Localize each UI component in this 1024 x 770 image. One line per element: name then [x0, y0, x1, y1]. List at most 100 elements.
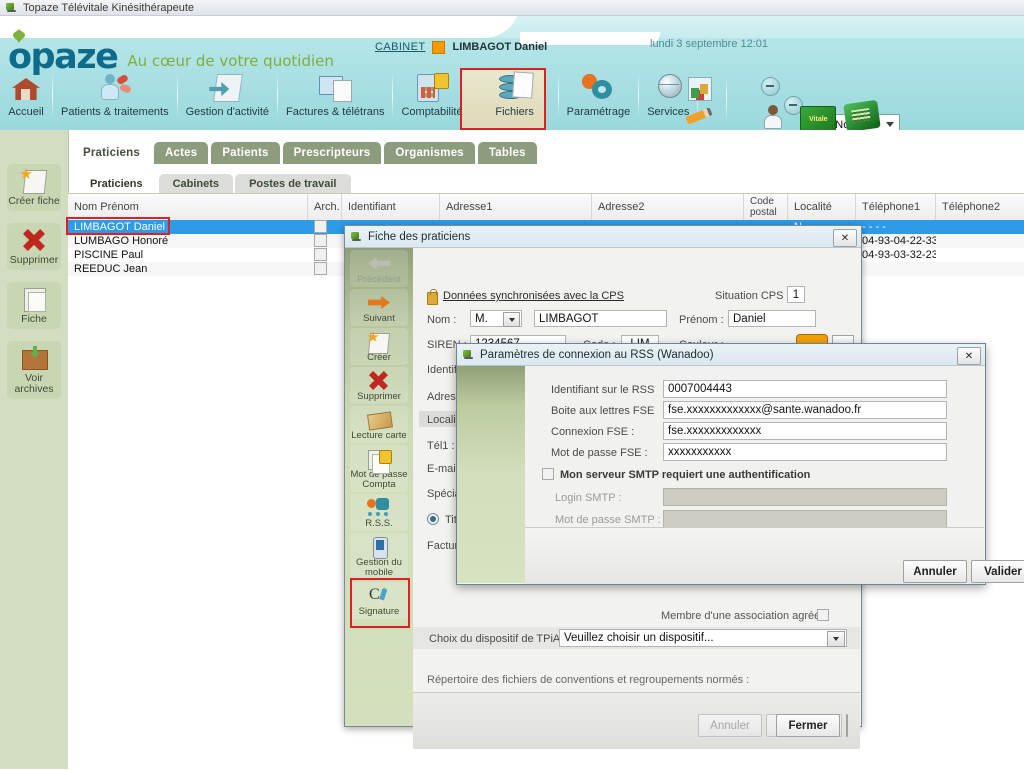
smtp-auth-label: Mon serveur SMTP requiert une authentifi…: [560, 469, 811, 481]
tab-organismes[interactable]: Organismes: [384, 142, 475, 164]
rail-button-voir-archives[interactable]: Voir archives: [7, 341, 61, 399]
archive-checkbox[interactable]: [314, 248, 327, 261]
rss-mot-de-passe-fse-input[interactable]: xxxxxxxxxxx: [663, 443, 947, 461]
column-header-telephone1[interactable]: Téléphone1: [856, 194, 936, 220]
pencil-tool-icon[interactable]: [682, 104, 716, 130]
user-avatar-icon[interactable]: [756, 102, 790, 130]
fiche-close-button[interactable]: ✕: [833, 229, 857, 247]
rss-connexion-fse-label: Connexion FSE :: [551, 426, 635, 438]
red-cross-icon: [19, 227, 49, 253]
globe-icon: [650, 70, 686, 104]
forward-arrow-icon: [366, 292, 392, 313]
subtab-praticiens[interactable]: Praticiens: [76, 174, 157, 193]
toolbar-label: Factures & télétrans: [286, 106, 385, 118]
toolbar-item-patients-traitements[interactable]: Patients & traitements: [53, 68, 177, 126]
patient-pills-icon: [97, 70, 133, 104]
fiche-rail-suivant[interactable]: Suivant: [350, 289, 408, 326]
rss-dialog-title-bar: Paramètres de connexion au RSS (Wanadoo)…: [457, 344, 985, 366]
fiche-rail-label: Précédent: [357, 274, 401, 285]
back-arrow-icon: [366, 253, 392, 274]
archive-checkbox[interactable]: [314, 234, 327, 247]
fiche-action-rail: Précédent Suivant Créer Supprimer Lectur…: [345, 248, 413, 726]
titulaire-radio[interactable]: [427, 513, 439, 525]
fiche-rail-lecture-carte[interactable]: Lecture carte: [350, 406, 408, 443]
cell-arch[interactable]: [308, 220, 342, 234]
column-header-arch[interactable]: Arch.: [308, 194, 342, 220]
column-header-adresse2[interactable]: Adresse2: [592, 194, 744, 220]
column-header-identifiant[interactable]: Identifiant: [342, 194, 440, 220]
fiche-dialog-title: Fiche des praticiens: [368, 230, 471, 243]
fiche-dialog-title-bar: Fiche des praticiens ✕: [345, 226, 861, 248]
login-smtp-label: Login SMTP :: [555, 492, 622, 504]
rss-boite-lettres-input[interactable]: fse.xxxxxxxxxxxxx@sante.wanadoo.fr: [663, 401, 947, 419]
toolbar-item-factures-teletrans[interactable]: Factures & télétrans: [278, 68, 392, 126]
fiche-rail-creer[interactable]: Créer: [350, 328, 408, 365]
mot-de-passe-smtp-label: Mot de passe SMTP :: [555, 514, 661, 526]
cps-situation-value: 1: [787, 286, 805, 303]
cell-arch[interactable]: [308, 248, 342, 262]
rss-mot-de-passe-fse-label: Mot de passe FSE :: [551, 447, 648, 459]
document-lock-icon: [366, 448, 392, 474]
prenom-input[interactable]: Daniel: [728, 310, 816, 327]
archive-checkbox[interactable]: [314, 262, 327, 275]
vitale-card-icon[interactable]: [798, 102, 838, 130]
column-header-telephone2[interactable]: Téléphone2: [936, 194, 1024, 220]
topaze-app-icon: [463, 349, 474, 360]
tab-patients[interactable]: Patients: [211, 142, 280, 164]
fiche-rail-supprimer[interactable]: Supprimer: [350, 367, 408, 404]
fiche-rail-precedent[interactable]: Précédent: [350, 250, 408, 287]
membre-association-checkbox[interactable]: [817, 609, 829, 621]
rss-close-button[interactable]: ✕: [957, 347, 981, 365]
fiche-rail-mot-de-passe-compta[interactable]: Mot de passe Compta: [350, 445, 408, 492]
cps-sync-label: Données synchronisées avec la CPS: [443, 290, 624, 302]
zoom-out-icon[interactable]: [761, 77, 780, 96]
nom-input[interactable]: LIMBAGOT: [534, 310, 667, 327]
subtab-postes-de-travail[interactable]: Postes de travail: [235, 174, 351, 193]
toolbar-item-accueil[interactable]: Accueil: [0, 68, 52, 126]
nom-label: Nom :: [427, 314, 457, 326]
mobile-phone-icon: [366, 536, 392, 559]
rss-annuler-button[interactable]: Annuler: [903, 560, 967, 583]
archive-checkbox[interactable]: [314, 220, 327, 233]
header-datetime: lundi 3 septembre 12:01: [650, 38, 769, 50]
column-header-adresse1[interactable]: Adresse1: [440, 194, 592, 220]
tab-actes[interactable]: Actes: [153, 142, 209, 164]
rss-dialog-title: Paramètres de connexion au RSS (Wanadoo): [480, 348, 714, 361]
toolbar-item-parametrage[interactable]: Paramétrage: [559, 68, 639, 126]
current-user-label: LIMBAGOT Daniel: [452, 41, 548, 53]
selected-row-highlight: [66, 217, 170, 235]
lock-icon: [427, 289, 438, 305]
column-header-code-postal[interactable]: Code postal: [744, 194, 788, 220]
toolbar-item-gestion-activite[interactable]: Gestion d'activité: [178, 68, 277, 126]
rail-button-fiche[interactable]: Fiche: [7, 282, 61, 329]
column-header-localite[interactable]: Localité: [788, 194, 856, 220]
cell-arch[interactable]: [308, 262, 342, 276]
fiche-fermer-button[interactable]: Fermer: [776, 714, 840, 737]
rss-connexion-fse-input[interactable]: fse.xxxxxxxxxxxxx: [663, 422, 947, 440]
document-arrow-icon: [209, 70, 245, 104]
fiche-rail-gestion-du-mobile[interactable]: Gestion du mobile: [350, 533, 408, 580]
rss-identifiant-input[interactable]: 0007004443: [663, 380, 947, 398]
rss-boite-lettres-label: Boite aux lettres FSE: [551, 405, 655, 417]
rail-button-creer-fiche[interactable]: Créer fiche: [7, 164, 61, 211]
civilite-select[interactable]: M.: [470, 310, 522, 327]
smtp-auth-checkbox[interactable]: [542, 468, 554, 480]
rail-label: Voir archives: [14, 372, 54, 395]
toolbar-label: Accueil: [8, 106, 44, 118]
rss-valider-button[interactable]: Valider: [971, 560, 1024, 583]
subtab-cabinets[interactable]: Cabinets: [158, 174, 234, 193]
logo-backdrop: [0, 16, 520, 38]
tab-tables[interactable]: Tables: [477, 142, 537, 164]
tab-praticiens[interactable]: Praticiens: [72, 142, 151, 164]
tpiacs-select[interactable]: Veuillez choisir un dispositif...: [559, 629, 847, 647]
card-reader-icon[interactable]: [843, 99, 885, 130]
tab-prescripteurs[interactable]: Prescripteurs: [282, 142, 382, 164]
fiche-annuler-button[interactable]: Annuler: [698, 714, 762, 737]
left-action-rail: Créer fiche Supprimer Fiche Voir archive…: [0, 130, 69, 769]
rail-button-supprimer[interactable]: Supprimer: [7, 223, 61, 270]
fiche-rail-rss[interactable]: R.S.S.: [350, 494, 408, 531]
topaze-app-icon: [351, 231, 362, 242]
chart-tool-icon[interactable]: [682, 74, 716, 102]
cabinet-link[interactable]: CABINET: [375, 41, 425, 53]
cell-arch[interactable]: [308, 234, 342, 248]
